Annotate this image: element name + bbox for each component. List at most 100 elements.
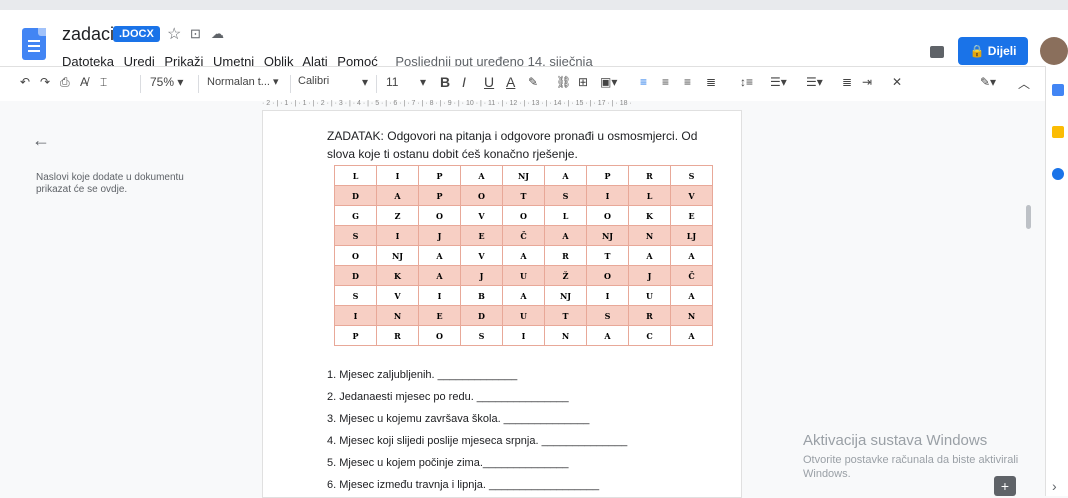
app-header: zadaci .DOCX ☆ ⊡ ☁ Datoteka Uredi Prikaž…: [0, 10, 1068, 69]
grid-cell: J: [460, 265, 503, 286]
grid-cell: NJ: [502, 165, 545, 186]
grid-cell: P: [418, 165, 461, 186]
grid-cell: U: [502, 265, 545, 286]
grid-cell: NJ: [376, 245, 419, 266]
grid-cell: N: [670, 305, 713, 326]
align-center-icon[interactable]: ≡: [662, 75, 669, 89]
grid-cell: G: [334, 205, 377, 226]
bold-icon[interactable]: B: [440, 74, 450, 90]
outline-hint: Naslovi koje dodate u dokumentu prikazat…: [36, 172, 184, 195]
move-folder-icon[interactable]: ⊡: [190, 26, 201, 42]
font-size-dropdown-icon[interactable]: ▾: [420, 75, 426, 89]
cloud-status-icon[interactable]: ☁: [211, 26, 224, 42]
file-type-badge: .DOCX: [113, 26, 160, 42]
justify-icon[interactable]: ≣: [706, 75, 716, 89]
keep-icon[interactable]: [1052, 126, 1064, 138]
document-title[interactable]: zadaci: [62, 24, 114, 45]
print-icon[interactable]: ⎙: [60, 75, 70, 90]
link-icon[interactable]: ⛓: [556, 75, 571, 89]
grid-cell: O: [460, 185, 503, 206]
highlight-icon[interactable]: ✎: [528, 75, 538, 89]
italic-icon[interactable]: I: [462, 74, 466, 90]
side-panel: [1045, 66, 1068, 496]
grid-cell: P: [418, 185, 461, 206]
grid-cell: S: [334, 225, 377, 246]
back-arrow-icon[interactable]: ←: [32, 130, 50, 151]
insert-image-icon[interactable]: ▣▾: [600, 75, 617, 89]
style-select[interactable]: Normalan t... ▾: [207, 75, 279, 88]
explore-plus-icon[interactable]: +: [994, 476, 1016, 496]
grid-cell: I: [418, 285, 461, 306]
collapse-toolbar-icon[interactable]: ︿: [1018, 75, 1030, 92]
grid-cell: A: [628, 245, 671, 266]
grid-cell: J: [628, 265, 671, 286]
tasks-icon[interactable]: [1052, 168, 1064, 180]
question-list: 1. Mjesec zaljubljenih. _____________ 2.…: [327, 364, 627, 496]
grid-cell: U: [628, 285, 671, 306]
toolbar: ↶ ↷ ⎙ A̸ ⌶ 75% ▾ Normalan t... ▾ Calibri…: [0, 66, 1068, 101]
grid-cell: D: [334, 185, 377, 206]
grid-cell: O: [334, 245, 377, 266]
grid-cell: B: [460, 285, 503, 306]
font-select[interactable]: Calibri: [298, 75, 329, 87]
grid-cell: J: [418, 225, 461, 246]
bullet-list-icon[interactable]: ☰▾: [806, 75, 823, 89]
calendar-icon[interactable]: [1052, 84, 1064, 96]
grid-cell: V: [670, 185, 713, 206]
paint-format-icon[interactable]: ⌶: [100, 75, 107, 90]
grid-cell: P: [586, 165, 629, 186]
grid-cell: A: [544, 225, 587, 246]
grid-cell: A: [670, 245, 713, 266]
grid-cell: A: [460, 165, 503, 186]
grid-cell: I: [586, 285, 629, 306]
grid-cell: A: [376, 185, 419, 206]
grid-cell: S: [544, 185, 587, 206]
grid-cell: LJ: [670, 225, 713, 246]
text-color-icon[interactable]: A: [506, 74, 515, 90]
question-item: 5. Mjesec u kojem počinje zima._________…: [327, 457, 569, 469]
font-size-value: 11: [386, 75, 399, 89]
grid-cell: D: [460, 305, 503, 326]
zoom-select[interactable]: 75% ▾: [150, 75, 183, 89]
clear-formatting-icon[interactable]: ✕: [892, 75, 902, 89]
question-item: 4. Mjesec koji slijedi poslije mjeseca s…: [327, 435, 628, 447]
grid-cell: K: [628, 205, 671, 226]
grid-cell: O: [502, 205, 545, 226]
vertical-scrollbar[interactable]: [1026, 205, 1031, 229]
indent-icon[interactable]: ⇥: [862, 75, 872, 89]
grid-cell: V: [460, 245, 503, 266]
style-value: Normalan t...: [207, 76, 270, 88]
align-left-icon[interactable]: ≡: [640, 75, 647, 89]
editing-mode-icon[interactable]: ✎▾: [980, 75, 996, 89]
avatar[interactable]: [1040, 37, 1068, 65]
docs-logo-icon[interactable]: [22, 28, 46, 60]
grid-cell: V: [460, 205, 503, 226]
spellcheck-icon[interactable]: A̸: [80, 75, 88, 89]
share-button[interactable]: 🔒 Dijeli: [958, 37, 1028, 65]
undo-icon[interactable]: ↶: [20, 75, 30, 89]
font-dropdown-icon[interactable]: ▾: [362, 75, 368, 89]
watermark-title: Aktivacija sustava Windows: [803, 432, 988, 449]
grid-cell: N: [628, 225, 671, 246]
numbered-list-icon[interactable]: ≣: [842, 75, 852, 89]
grid-cell: D: [334, 265, 377, 286]
checklist-icon[interactable]: ☰▾: [770, 75, 787, 89]
comments-icon[interactable]: [930, 46, 944, 58]
chevron-right-icon[interactable]: ›: [1052, 478, 1057, 494]
windows-activation-watermark: Aktivacija sustava Windows Otvorite post…: [803, 432, 1043, 481]
grid-cell: E: [418, 305, 461, 326]
grid-cell: A: [670, 325, 713, 346]
share-label: Dijeli: [987, 44, 1017, 58]
grid-cell: Č: [502, 225, 545, 246]
underline-icon[interactable]: U: [484, 74, 494, 90]
add-comment-icon[interactable]: ⊞: [578, 75, 588, 89]
zoom-value: 75%: [150, 75, 175, 89]
star-icon[interactable]: ☆: [167, 24, 181, 44]
grid-cell: T: [502, 185, 545, 206]
font-size-select[interactable]: 11: [386, 75, 398, 89]
grid-cell: R: [544, 245, 587, 266]
redo-icon[interactable]: ↷: [40, 75, 50, 89]
grid-cell: S: [334, 285, 377, 306]
align-right-icon[interactable]: ≡: [684, 75, 691, 89]
line-spacing-icon[interactable]: ↕≡: [740, 75, 753, 89]
